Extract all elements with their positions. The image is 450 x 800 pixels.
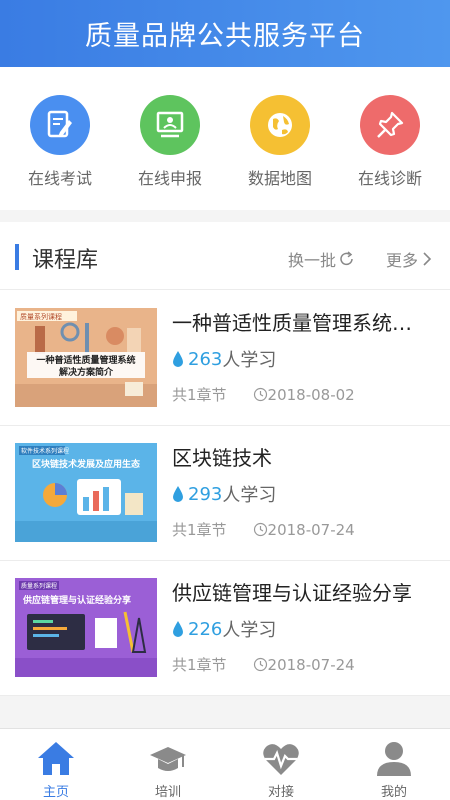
chevron-right-icon [423, 252, 432, 266]
date-text: 2018-07-24 [267, 655, 355, 674]
drop-icon [173, 351, 183, 367]
clock-icon [253, 657, 267, 672]
course-meta: 共1章节 2018-07-24 [172, 654, 355, 675]
exam-icon [30, 95, 90, 155]
course-title: 区块链技术 [172, 446, 272, 470]
section-header: 课程库 换一批 更多 [0, 222, 450, 290]
course-learners: 263 人学习 [172, 346, 276, 372]
course-thumbnail: 软件技术系列课程 区块链技术发展及应用生态 [15, 443, 157, 542]
more-label: 更多 [386, 251, 419, 270]
date-text: 2018-07-24 [267, 520, 355, 539]
tab-label: 培训 [154, 785, 181, 800]
thumb-line2: 解决方案简介 [59, 366, 114, 378]
quick-links: 在线考试 在线申报 数据地图 在线诊断 [0, 67, 450, 210]
thumb-tag: 软件技术系列课程 [21, 447, 69, 455]
course-item[interactable]: 质量系列课程 供应链管理与认证经验分享 供应链管理与认证经验分享 226 人学习… [0, 561, 450, 696]
chapter-count: 共1章节 [172, 521, 227, 539]
learner-count: 226 [188, 618, 223, 640]
course-item[interactable]: 软件技术系列课程 区块链技术发展及应用生态 区块链技术 293 人学习 共1章节 [0, 426, 450, 561]
tab-label: 对接 [267, 785, 294, 800]
learner-suffix: 人学习 [222, 485, 277, 506]
quick-link-label: 数据地图 [247, 169, 312, 188]
heartbeat-icon [225, 729, 337, 777]
bottom-tab-bar: 主页 培训 对接 我的 [0, 728, 450, 800]
tab-training[interactable]: 培训 [112, 729, 224, 800]
quick-link-label: 在线申报 [137, 169, 202, 188]
course-date: 2018-07-24 [253, 521, 355, 539]
globe-icon [250, 95, 310, 155]
clock-icon [253, 522, 267, 537]
quick-link-label: 在线考试 [27, 169, 92, 188]
course-thumbnail: 质量系列课程 一种普适性质量管理系统 解决方案简介 [15, 308, 157, 407]
learner-count: 263 [188, 348, 223, 370]
learner-count: 293 [188, 483, 223, 505]
course-learners: 226 人学习 [172, 616, 276, 642]
thumb-line1: 供应链管理与认证经验分享 [22, 594, 131, 606]
declare-icon [140, 95, 200, 155]
chapter-count: 共1章节 [172, 386, 227, 404]
course-title: 一种普适性质量管理系统… [172, 311, 412, 335]
tab-mine[interactable]: 我的 [338, 729, 450, 800]
chapter-count: 共1章节 [172, 656, 227, 674]
course-learners: 293 人学习 [172, 481, 276, 507]
page-title: 质量品牌公共服务平台 [85, 21, 365, 52]
refresh-label: 换一批 [288, 251, 337, 270]
pin-icon [360, 95, 420, 155]
date-text: 2018-08-02 [267, 385, 355, 404]
quick-link-label: 在线诊断 [357, 169, 422, 188]
course-title: 供应链管理与认证经验分享 [172, 581, 412, 605]
thumb-line1: 区块链技术发展及应用生态 [32, 458, 140, 470]
thumb-line1: 一种普适性质量管理系统 [36, 354, 135, 366]
quick-link-exam[interactable]: 在线考试 [4, 95, 116, 189]
graduation-cap-icon [112, 729, 224, 777]
drop-icon [173, 486, 183, 502]
course-meta: 共1章节 2018-07-24 [172, 519, 355, 540]
quick-link-data-map[interactable]: 数据地图 [224, 95, 336, 189]
section-accent-bar [15, 244, 19, 270]
learner-suffix: 人学习 [222, 350, 277, 371]
course-meta: 共1章节 2018-08-02 [172, 384, 355, 405]
section-title: 课程库 [32, 248, 99, 273]
tab-label: 主页 [42, 785, 69, 800]
app-header: 质量品牌公共服务平台 [0, 0, 450, 67]
tab-home[interactable]: 主页 [0, 729, 112, 800]
thumb-tag: 质量系列课程 [20, 312, 62, 321]
course-item[interactable]: 质量系列课程 一种普适性质量管理系统 解决方案简介 一种普适性质量管理系统… 2… [0, 291, 450, 426]
course-thumbnail: 质量系列课程 供应链管理与认证经验分享 [15, 578, 157, 677]
clock-icon [253, 387, 267, 402]
user-icon [338, 729, 450, 777]
tab-connect[interactable]: 对接 [225, 729, 337, 800]
thumb-tag: 质量系列课程 [21, 582, 57, 590]
learner-suffix: 人学习 [222, 620, 277, 641]
refresh-button[interactable]: 换一批 [288, 247, 356, 271]
course-date: 2018-08-02 [253, 386, 355, 404]
refresh-icon [340, 251, 353, 266]
home-icon [0, 729, 112, 777]
course-library: 课程库 换一批 更多 质量系列课程 一种普适性质量管理系统 解决方案简介 一种普… [0, 222, 450, 696]
course-date: 2018-07-24 [253, 656, 355, 674]
drop-icon [173, 621, 183, 637]
quick-link-diagnose[interactable]: 在线诊断 [334, 95, 446, 189]
more-button[interactable]: 更多 [386, 247, 434, 271]
quick-link-declare[interactable]: 在线申报 [114, 95, 226, 189]
tab-label: 我的 [380, 785, 407, 800]
